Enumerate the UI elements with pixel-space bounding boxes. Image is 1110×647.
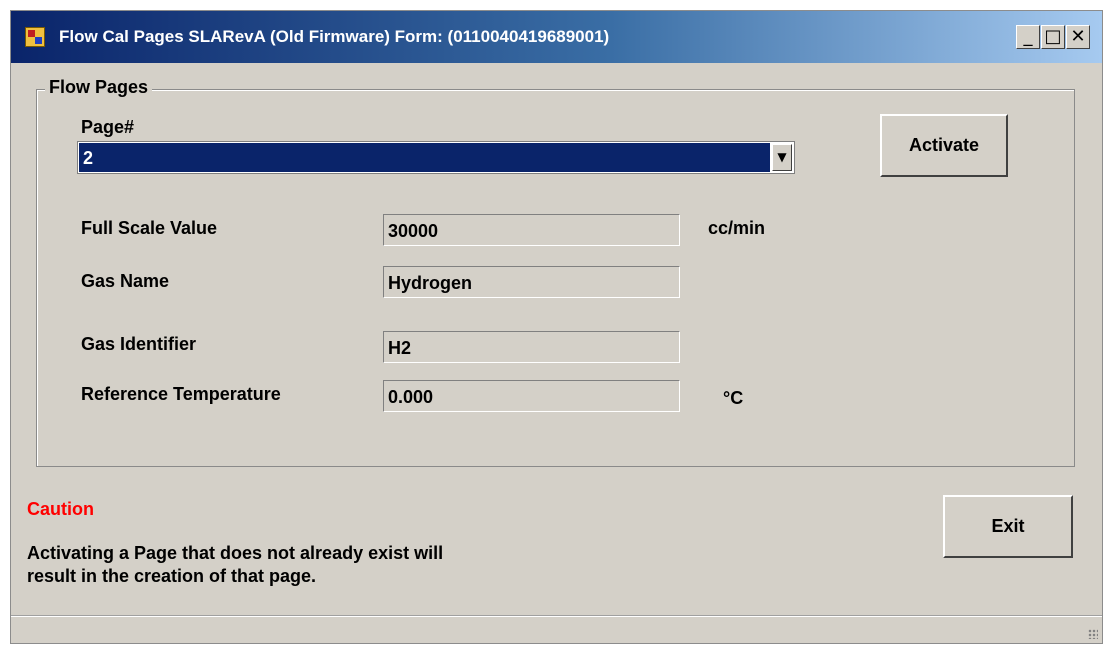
page-number-dropdown[interactable]: 2 ▼ [77, 141, 795, 174]
flow-cal-pages-window: Flow Cal Pages SLARevA (Old Firmware) Fo… [10, 10, 1103, 644]
chevron-down-icon[interactable]: ▼ [772, 144, 792, 171]
reference-temperature-field[interactable]: 0.000 [383, 380, 680, 412]
resize-grip-icon[interactable] [1088, 629, 1098, 639]
gas-name-label: Gas Name [81, 271, 170, 291]
exit-button[interactable]: Exit [943, 495, 1073, 558]
gas-name-field[interactable]: Hydrogen [383, 266, 680, 298]
page-number-label: Page# [81, 117, 135, 137]
close-button[interactable]: ✕ [1066, 25, 1090, 49]
status-separator [11, 615, 1102, 617]
gas-identifier-label: Gas Identifier [81, 334, 197, 354]
window-title: Flow Cal Pages SLARevA (Old Firmware) Fo… [59, 27, 610, 46]
caution-heading: Caution [27, 499, 94, 519]
app-icon [25, 27, 45, 47]
minimize-button[interactable]: _ [1016, 25, 1040, 49]
gas-identifier-field[interactable]: H2 [383, 331, 680, 363]
title-bar[interactable]: Flow Cal Pages SLARevA (Old Firmware) Fo… [11, 11, 1102, 63]
reference-temperature-unit: °C [723, 388, 744, 408]
full-scale-label: Full Scale Value [81, 218, 218, 238]
maximize-button[interactable]: □ [1041, 25, 1065, 49]
activate-button[interactable]: Activate [880, 114, 1008, 177]
reference-temperature-label: Reference Temperature [81, 384, 281, 404]
full-scale-unit: cc/min [708, 218, 766, 238]
caution-message-line2: result in the creation of that page. [27, 566, 317, 586]
flow-pages-legend: Flow Pages [45, 77, 153, 98]
full-scale-field[interactable]: 30000 [383, 214, 680, 246]
caution-message-line1: Activating a Page that does not already … [27, 543, 444, 563]
page-number-value: 2 [79, 143, 770, 172]
